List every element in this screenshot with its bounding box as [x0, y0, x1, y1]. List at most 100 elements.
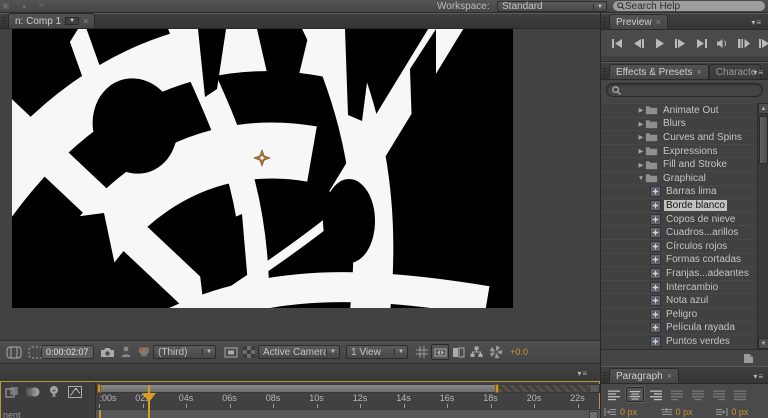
preset-label[interactable]: Puntos verdes [664, 336, 732, 347]
preset-row[interactable]: Peligro [601, 306, 768, 321]
play-icon[interactable] [651, 36, 668, 51]
search-help-box[interactable] [612, 0, 766, 12]
view-layout-dropdown[interactable]: 1 View ▼ [346, 345, 408, 359]
preset-row[interactable]: Cuadros...arillos [601, 225, 768, 239]
preset-label[interactable]: Borde blanco [664, 199, 727, 211]
chevron-down-icon[interactable]: ▼ [202, 349, 215, 355]
last-frame-icon[interactable] [693, 36, 710, 51]
effects-scrollbar[interactable]: ▲ ▼ [757, 103, 768, 349]
disclosure-triangle-icon[interactable]: ▶ [637, 161, 645, 169]
brainstorm-icon[interactable] [45, 384, 62, 399]
panel-grip[interactable] [603, 66, 607, 78]
chevron-down-icon[interactable]: ▼ [326, 349, 339, 355]
scroll-down-icon[interactable]: ▼ [758, 338, 768, 349]
effects-search-input[interactable] [624, 84, 744, 96]
close-icon[interactable]: × [667, 371, 672, 381]
indent-left-value[interactable]: 0 px [620, 407, 637, 417]
shuttle-next-icon[interactable] [756, 36, 768, 51]
preset-label[interactable]: Graphical [661, 173, 708, 184]
tab-paragraph[interactable]: Paragraph × [609, 368, 679, 383]
grid-options-icon[interactable] [414, 344, 430, 360]
indent-first-line[interactable]: 0 px [657, 407, 713, 417]
chevron-down-icon[interactable]: ▼ [593, 3, 606, 10]
snapshot-camera-icon[interactable] [98, 344, 116, 360]
search-help-input[interactable] [625, 0, 735, 12]
flowchart-icon[interactable] [467, 344, 485, 360]
indent-right-margin[interactable]: 0 px [712, 407, 768, 417]
close-icon[interactable]: × [697, 67, 702, 77]
mask-visibility-icon[interactable] [222, 344, 240, 360]
scrollbar-thumb[interactable] [759, 116, 768, 164]
tab-effects-presets[interactable]: Effects & Presets × [609, 64, 709, 79]
exposure-shutter-icon[interactable] [487, 344, 505, 360]
show-snapshot-icon[interactable] [119, 344, 133, 360]
preset-row[interactable]: Copos de nieve [601, 211, 768, 226]
tab-composition[interactable]: n: Comp 1 ▼ × [8, 13, 96, 28]
graph-editor-icon[interactable] [66, 384, 83, 399]
disclosure-triangle-icon[interactable]: ▼ [637, 175, 645, 182]
scroll-up-icon[interactable]: ▲ [758, 103, 768, 114]
panel-menu-icon[interactable]: ▾≡ [577, 369, 588, 378]
preset-folder-row[interactable]: ▶ Expressions [601, 143, 768, 158]
preset-row[interactable]: Película rayada [601, 320, 768, 335]
previous-frame-icon[interactable] [630, 36, 647, 51]
panel-menu-icon[interactable]: ▾≡ [753, 68, 764, 77]
tab-preview[interactable]: Preview × [609, 14, 668, 29]
indent-left-margin[interactable]: 0 px [601, 407, 657, 417]
exposure-value[interactable]: +0.0 [506, 344, 532, 360]
resolution-dropdown[interactable]: (Third) ▼ [153, 345, 216, 359]
close-icon[interactable]: × [83, 16, 88, 26]
workspace-dropdown[interactable]: Standard ▼ [497, 1, 607, 12]
current-time-field[interactable]: 0:00:02:07 [41, 345, 94, 359]
justify-last-center-button[interactable] [689, 387, 707, 402]
disclosure-triangle-icon[interactable]: ▶ [637, 133, 645, 141]
work-area-bar[interactable] [99, 384, 498, 393]
safe-zones-icon[interactable] [4, 344, 24, 360]
preset-folder-row[interactable]: ▶ Blurs [601, 116, 768, 131]
frame-blending-icon[interactable] [3, 384, 20, 399]
pixel-aspect-correction-icon[interactable] [431, 344, 449, 360]
preset-label[interactable]: Expressions [661, 146, 719, 157]
indent-first-line-value[interactable]: 0 px [676, 407, 693, 417]
fast-previews-icon[interactable] [449, 344, 467, 360]
preset-row[interactable]: Círculos rojos [601, 238, 768, 253]
timeline-track-row[interactable] [96, 409, 600, 418]
preset-label[interactable]: Barras lima [664, 186, 719, 197]
preset-row[interactable]: Puntos verdes [601, 334, 768, 348]
chevron-down-icon[interactable]: ▼ [394, 349, 407, 355]
justify-last-right-button[interactable] [710, 387, 728, 402]
preset-label[interactable]: Fill and Stroke [661, 159, 729, 170]
preset-row[interactable]: Intercambio [601, 279, 768, 294]
work-area-end-handle[interactable] [495, 384, 499, 393]
preset-label[interactable]: Formas cortadas [664, 254, 743, 265]
align-center-button[interactable] [626, 387, 644, 402]
camera-view-dropdown[interactable]: Active Camera ▼ [258, 345, 340, 359]
panel-grip[interactable] [2, 17, 6, 27]
preset-row[interactable]: Nota azul [601, 293, 768, 307]
preset-label[interactable]: Película rayada [664, 322, 737, 333]
new-animation-preset-icon[interactable] [743, 353, 754, 364]
preset-folder-row[interactable]: ▶ Curves and Spins [601, 130, 768, 144]
disclosure-triangle-icon[interactable]: ▶ [637, 147, 645, 155]
preset-row[interactable]: Barras lima [601, 184, 768, 199]
preset-folder-row[interactable]: ▶ Fill and Stroke [601, 157, 768, 171]
motion-blur-icon[interactable] [24, 384, 41, 399]
panel-menu-icon[interactable]: ▾≡ [753, 372, 764, 381]
timeline-ruler-area[interactable]: :00s 02s 04s 06s 08s 10s 12s 14s 16s 18s 20s 22s [96, 382, 600, 418]
disclosure-triangle-icon[interactable]: ▶ [637, 120, 645, 128]
close-icon[interactable]: × [656, 17, 661, 27]
preset-label[interactable]: Nota azul [664, 295, 710, 306]
panel-grip[interactable] [603, 17, 607, 28]
ram-preview-icon[interactable] [735, 36, 752, 51]
show-channels-icon[interactable] [135, 344, 153, 360]
preset-label[interactable]: Intercambio [664, 282, 720, 293]
preset-label[interactable]: Copos de nieve [664, 214, 738, 225]
preset-row[interactable]: Franjas...adeantes [601, 266, 768, 280]
preset-label[interactable]: Animate Out [661, 105, 721, 116]
composition-canvas[interactable] [12, 29, 513, 308]
preset-row[interactable]: Formas cortadas [601, 252, 768, 267]
panel-menu-icon[interactable]: ▾≡ [751, 18, 762, 27]
justify-last-left-button[interactable] [668, 387, 686, 402]
preset-folder-row[interactable]: ▼ Graphical [601, 170, 768, 185]
preset-label[interactable]: Peligro [664, 309, 699, 320]
